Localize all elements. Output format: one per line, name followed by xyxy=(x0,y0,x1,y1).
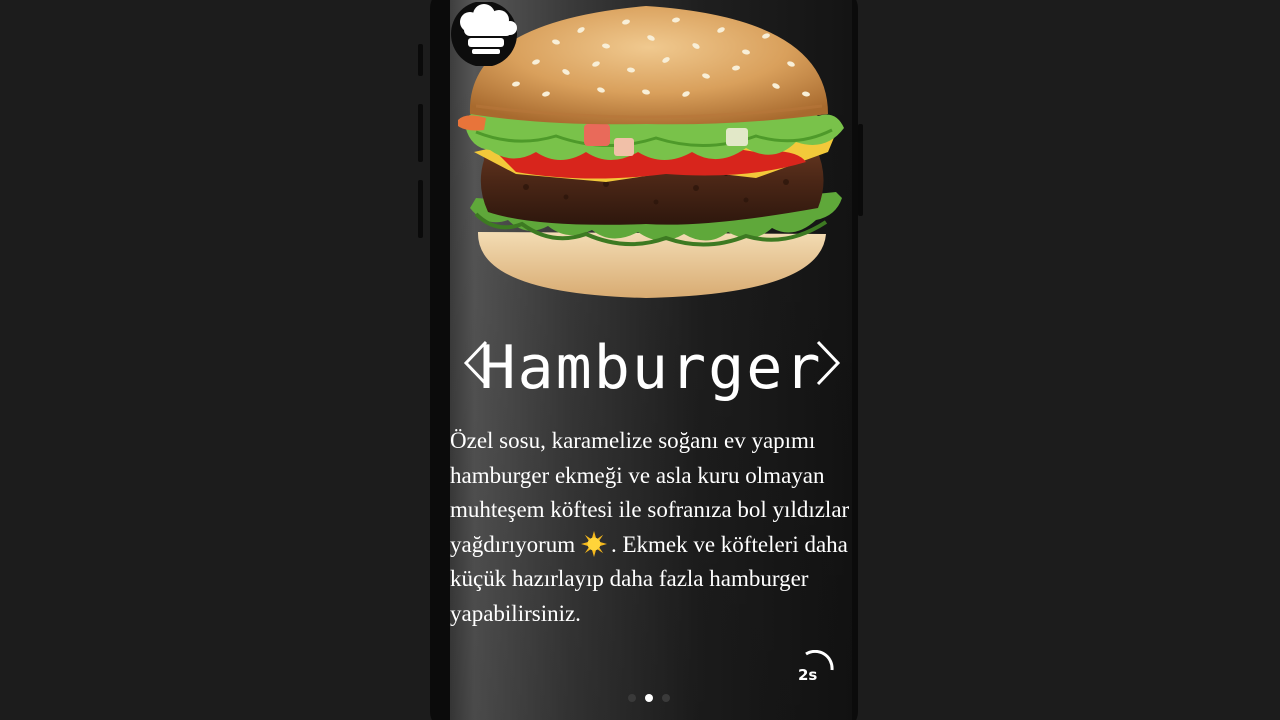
phone-side-button xyxy=(418,180,423,238)
slide-card[interactable]: Hamburger Özel sosu, karamelize soğanı e… xyxy=(450,0,852,720)
pagination-dots xyxy=(628,694,670,704)
chef-hat-icon[interactable] xyxy=(450,2,522,66)
autoplay-timer[interactable]: 2s xyxy=(794,650,836,690)
slide-title: Hamburger xyxy=(479,333,823,403)
pagination-dot[interactable] xyxy=(628,694,636,702)
page-background: Hamburger Özel sosu, karamelize soğanı e… xyxy=(0,0,1280,720)
timer-label: 2s xyxy=(798,666,818,684)
phone-side-button xyxy=(418,104,423,162)
slide-title-row: Hamburger xyxy=(450,328,852,408)
sun-emoji-icon xyxy=(580,530,607,557)
next-arrow-icon[interactable] xyxy=(810,336,844,390)
pagination-dot-active[interactable] xyxy=(645,694,653,702)
pagination-dot[interactable] xyxy=(662,694,670,702)
slide-description: Özel sosu, karamelize soğanı ev yapımı h… xyxy=(450,424,852,631)
phone-side-button xyxy=(418,44,423,76)
phone-side-button xyxy=(858,124,863,216)
